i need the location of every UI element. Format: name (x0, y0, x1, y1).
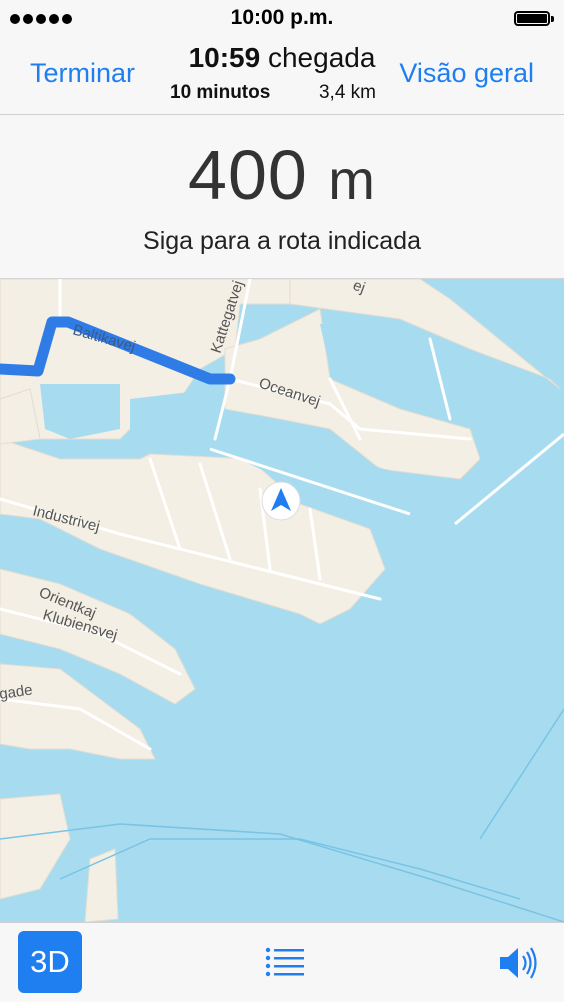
basin-north (130, 389, 215, 454)
status-time: 10:00 p.m. (230, 6, 334, 29)
navigation-header: Terminar 10:59 chegada 10 minutos 3,4 km… (0, 36, 564, 115)
arrival-time: 10:59 (188, 42, 261, 73)
list-icon[interactable] (264, 945, 308, 979)
status-bar: 10:00 p.m. (0, 0, 564, 36)
instruction-text: Siga para a rota indicada (143, 227, 421, 255)
arrival-label: chegada (267, 42, 376, 73)
bottom-toolbar: 3D (0, 922, 564, 1002)
overview-button[interactable]: Visão geral (399, 58, 534, 89)
distance-unit: m (328, 148, 376, 211)
trip-distance: 3,4 km (318, 82, 376, 103)
navigation-arrow-icon[interactable] (261, 481, 301, 521)
distance-value: 400 (188, 136, 308, 214)
map-view[interactable]: Baltikavej Kattegatvej Oceanvej Industri… (0, 279, 564, 922)
view-3d-button[interactable]: 3D (18, 931, 82, 993)
basin-inner (40, 384, 120, 439)
volume-icon[interactable] (498, 943, 542, 983)
trip-duration: 10 minutos (170, 82, 271, 103)
instruction-panel: 400 m Siga para a rota indicada (0, 115, 564, 279)
battery-icon (514, 11, 554, 26)
maneuver-distance: 400 m (0, 135, 564, 215)
